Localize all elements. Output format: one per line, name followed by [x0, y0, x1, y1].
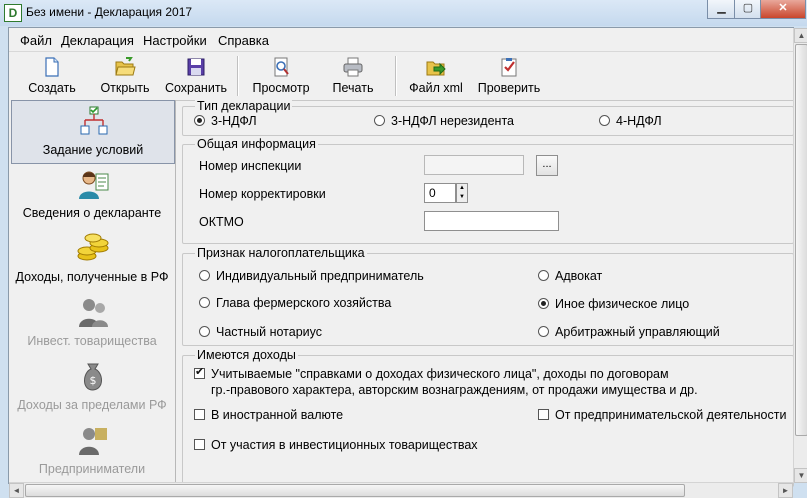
menu-bar: Файл Декларация Настройки Справка [9, 28, 793, 50]
correction-number-field[interactable] [424, 183, 456, 203]
oktmo-label: ОКТМО [199, 215, 244, 229]
vertical-scroll-thumb[interactable] [795, 44, 807, 436]
create-button[interactable]: Создать [23, 55, 81, 99]
print-label: Печать [332, 81, 374, 95]
title-bar: D Без имени - Декларация 2017 ▁ ▢ ✕ [0, 0, 807, 26]
general-info-group: Общая информация Номер инспекции ... Ном… [182, 137, 794, 244]
gold-coins-icon [77, 233, 109, 261]
checkbox-foreign-currency[interactable]: В иностранной валюте [194, 408, 343, 422]
group-legend: Имеются доходы [195, 348, 298, 362]
sidebar-item-invest-partnerships[interactable]: Инвест. товарищества [11, 292, 173, 354]
xml-file-button[interactable]: Файл xml [405, 55, 467, 99]
xml-file-label: Файл xml [409, 81, 463, 95]
vertical-scrollbar[interactable]: ▲ ▼ [793, 28, 807, 483]
open-folder-icon [115, 57, 136, 76]
open-button[interactable]: Открыть [95, 55, 155, 99]
sidebar-item-label: Доходы, полученные в РФ [15, 270, 169, 284]
inspection-label: Номер инспекции [199, 159, 302, 173]
group-legend: Признак налогоплательщика [195, 246, 367, 260]
radio-individual-entrepreneur[interactable]: Индивидуальный предприниматель [199, 269, 424, 283]
sidebar-item-label: Задание условий [42, 143, 144, 157]
spin-down-button[interactable]: ▼ [457, 193, 467, 202]
correction-label: Номер корректировки [199, 187, 326, 201]
main-panel: Тип декларации 3-НДФЛ 3-НДФЛ нерезидента… [177, 99, 794, 487]
radio-lawyer[interactable]: Адвокат [538, 269, 602, 283]
menu-declaration[interactable]: Декларация [61, 33, 134, 48]
declaration-type-group: Тип декларации 3-НДФЛ 3-НДФЛ нерезидента… [182, 99, 794, 136]
scroll-left-button[interactable]: ◄ [9, 483, 24, 498]
money-bag-icon: $ [84, 363, 102, 391]
sidebar-item-label: Сведения о декларанте [22, 206, 162, 220]
checkbox-certificate-income[interactable]: Учитываемые "справками о доходах физичес… [194, 365, 669, 381]
radio-arbitration-manager[interactable]: Арбитражный управляющий [538, 325, 720, 339]
incomes-group: Имеются доходы Учитываемые "справками о … [182, 348, 794, 487]
radio-3ndfl[interactable]: 3-НДФЛ [194, 114, 257, 128]
menu-help[interactable]: Справка [218, 33, 269, 48]
sidebar-item-income-rf[interactable]: Доходы, полученные в РФ [11, 228, 173, 290]
taxpayer-group: Признак налогоплательщика Индивидуальный… [182, 246, 794, 346]
scroll-down-button[interactable]: ▼ [794, 468, 807, 483]
sidebar-item-declarant[interactable]: Сведения о декларанте [11, 164, 173, 226]
scroll-right-button[interactable]: ► [778, 483, 793, 498]
printer-icon [343, 57, 363, 77]
person-card-icon [79, 171, 109, 199]
check-button[interactable]: Проверить [475, 55, 543, 99]
radio-3ndfl-nonresident[interactable]: 3-НДФЛ нерезидента [374, 114, 514, 128]
handshake-people-icon [79, 299, 108, 327]
oktmo-field[interactable] [424, 211, 559, 231]
checkbox-investment-partnerships[interactable]: От участия в инвестиционных товарищества… [194, 438, 478, 452]
radio-farm-head[interactable]: Глава фермерского хозяйства [199, 296, 391, 310]
close-button[interactable]: ✕ [760, 0, 806, 19]
app-icon: D [4, 4, 22, 22]
conditions-flowchart-icon [80, 106, 108, 135]
sidebar-item-label: Доходы за пределами РФ [17, 398, 167, 412]
sidebar-item-conditions[interactable]: Задание условий [11, 100, 175, 164]
scroll-up-button[interactable]: ▲ [794, 28, 807, 43]
checklist-icon [501, 58, 517, 77]
menu-file[interactable]: Файл [20, 33, 52, 48]
inspection-field[interactable] [424, 155, 524, 175]
preview-button[interactable]: Просмотр [249, 55, 313, 99]
sidebar-item-entrepreneurs[interactable]: Предприниматели [11, 420, 173, 482]
sidebar: Задание условий Сведения о декларанте До… [9, 100, 176, 483]
toolbar: Создать Открыть Сохранить Просмотр Печат… [9, 51, 793, 101]
maximize-button[interactable]: ▢ [734, 0, 762, 19]
svg-text:$: $ [90, 374, 97, 387]
save-label: Сохранить [164, 81, 228, 95]
radio-4ndfl[interactable]: 4-НДФЛ [599, 114, 662, 128]
correction-spinner[interactable]: ▲ ▼ [456, 183, 468, 203]
create-label: Создать [28, 81, 76, 95]
client-area: Файл Декларация Настройки Справка Создат… [8, 27, 807, 498]
sidebar-item-label: Предприниматели [38, 462, 146, 476]
radio-other-individual[interactable]: Иное физическое лицо [538, 297, 689, 311]
save-button[interactable]: Сохранить [163, 55, 229, 99]
xml-file-icon [426, 61, 446, 76]
checkbox-business-activity[interactable]: От предпринимательской деятельности [538, 408, 786, 422]
minimize-button[interactable]: ▁ [707, 0, 736, 19]
radio-private-notary[interactable]: Частный нотариус [199, 325, 322, 339]
group-legend: Тип декларации [195, 99, 293, 113]
preview-label: Просмотр [252, 81, 310, 95]
check-label: Проверить [477, 81, 541, 95]
menu-settings[interactable]: Настройки [143, 33, 207, 48]
inspection-browse-button[interactable]: ... [536, 155, 558, 176]
new-document-icon [45, 57, 59, 77]
sidebar-item-income-abroad[interactable]: $ Доходы за пределами РФ [11, 356, 173, 418]
preview-icon [274, 57, 289, 77]
certificate-income-label-line2: гр.-правового характера, авторским возна… [211, 383, 698, 397]
group-legend: Общая информация [195, 137, 318, 151]
floppy-disk-icon [187, 58, 205, 76]
open-label: Открыть [100, 81, 150, 95]
horizontal-scroll-thumb[interactable] [25, 484, 685, 497]
spin-up-button[interactable]: ▲ [457, 184, 467, 193]
print-button[interactable]: Печать [323, 55, 383, 99]
horizontal-scrollbar[interactable]: ◄ ► [9, 482, 793, 498]
sidebar-item-label: Инвест. товарищества [27, 334, 157, 348]
window-title: Без имени - Декларация 2017 [26, 5, 193, 19]
businessman-icon [79, 428, 107, 455]
